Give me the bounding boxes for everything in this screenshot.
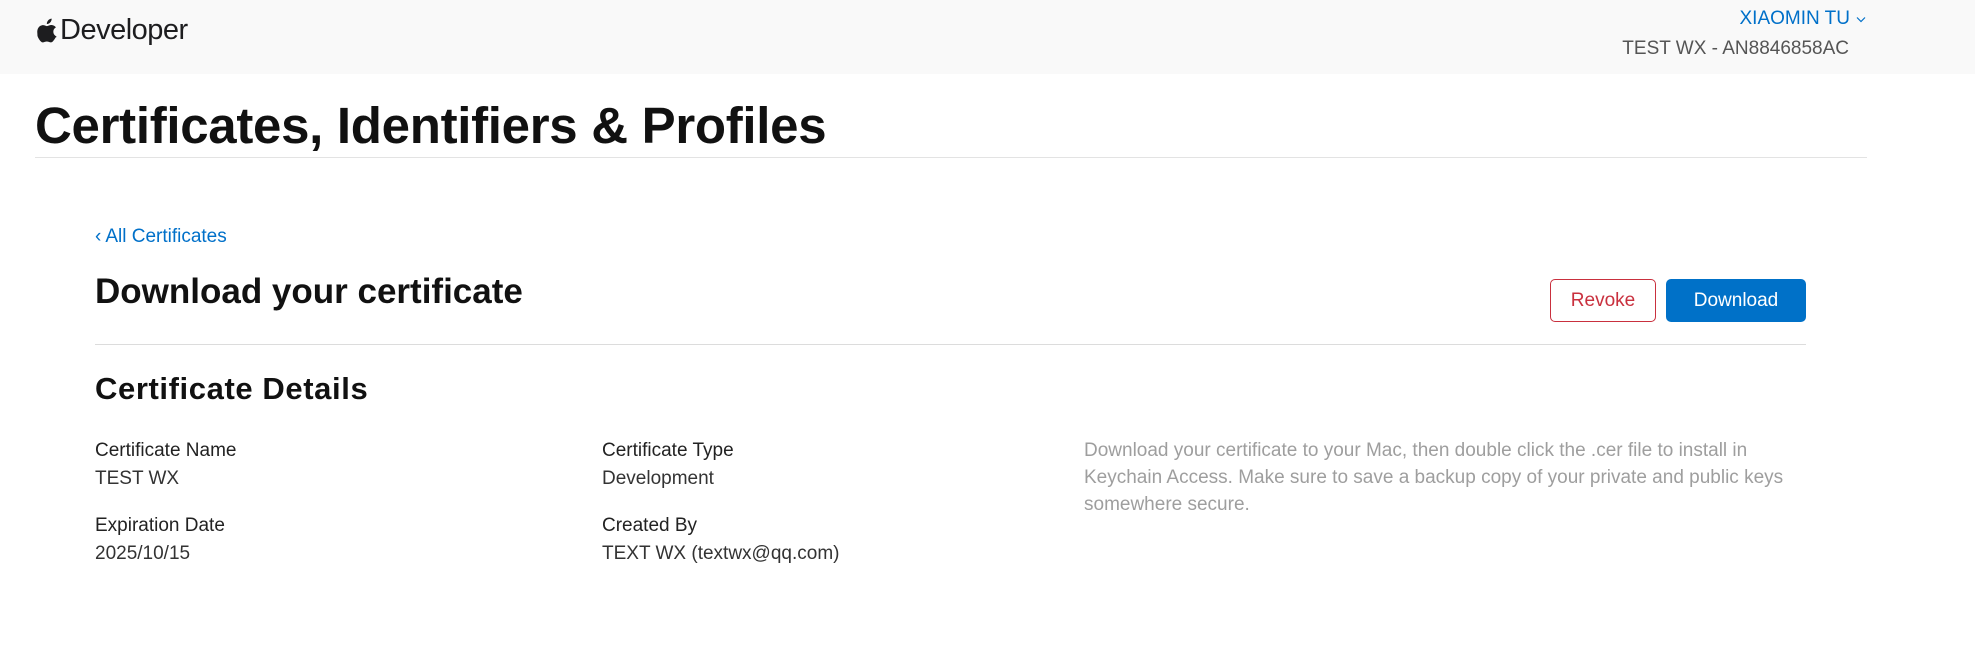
created-by-label: Created By: [602, 515, 698, 536]
top-navigation-bar: Developer XIAOMIN TU TEST WX - AN8846858…: [0, 0, 1975, 74]
chevron-down-icon: [1856, 16, 1866, 22]
download-instructions: Download your certificate to your Mac, t…: [1084, 440, 1784, 515]
all-certificates-link[interactable]: ‹ All Certificates: [95, 226, 227, 248]
certificate-type-label: Certificate Type: [602, 440, 734, 461]
title-divider: [35, 157, 1867, 158]
download-heading: Download your certificate: [95, 272, 523, 311]
expiration-date-value: 2025/10/15: [95, 543, 191, 564]
chevron-left-icon: ‹: [95, 226, 102, 247]
brand-name: Developer: [60, 13, 188, 46]
download-button[interactable]: Download: [1666, 279, 1806, 322]
back-link-label: All Certificates: [105, 226, 227, 247]
created-by-value: TEXT WX (textwx@qq.com): [602, 543, 840, 564]
apple-icon: [37, 18, 57, 42]
user-name: XIAOMIN TU: [1739, 8, 1851, 29]
account-menu-toggle[interactable]: XIAOMIN TU: [1740, 8, 1867, 30]
certificate-name-field: Certificate Name TEST WX: [95, 437, 237, 493]
certificate-name-label: Certificate Name: [95, 440, 237, 461]
section-divider: [95, 344, 1806, 345]
developer-home-link[interactable]: Developer: [37, 12, 188, 48]
certificate-type-value: Development: [602, 468, 714, 489]
expiration-date-field: Expiration Date 2025/10/15: [95, 512, 225, 568]
certificate-name-value: TEST WX: [95, 468, 180, 489]
expiration-date-label: Expiration Date: [95, 515, 225, 536]
account-menu: XIAOMIN TU TEST WX - AN8846858AC: [1566, 8, 1867, 59]
certificate-type-field: Certificate Type Development: [602, 437, 734, 493]
created-by-field: Created By TEXT WX (textwx@qq.com): [602, 512, 839, 568]
certificate-details-heading: Certificate Details: [95, 371, 369, 406]
revoke-button[interactable]: Revoke: [1550, 279, 1656, 322]
page-title: Certificates, Identifiers & Profiles: [35, 97, 827, 154]
team-name: TEST WX - AN8846858AC: [1622, 38, 1849, 59]
